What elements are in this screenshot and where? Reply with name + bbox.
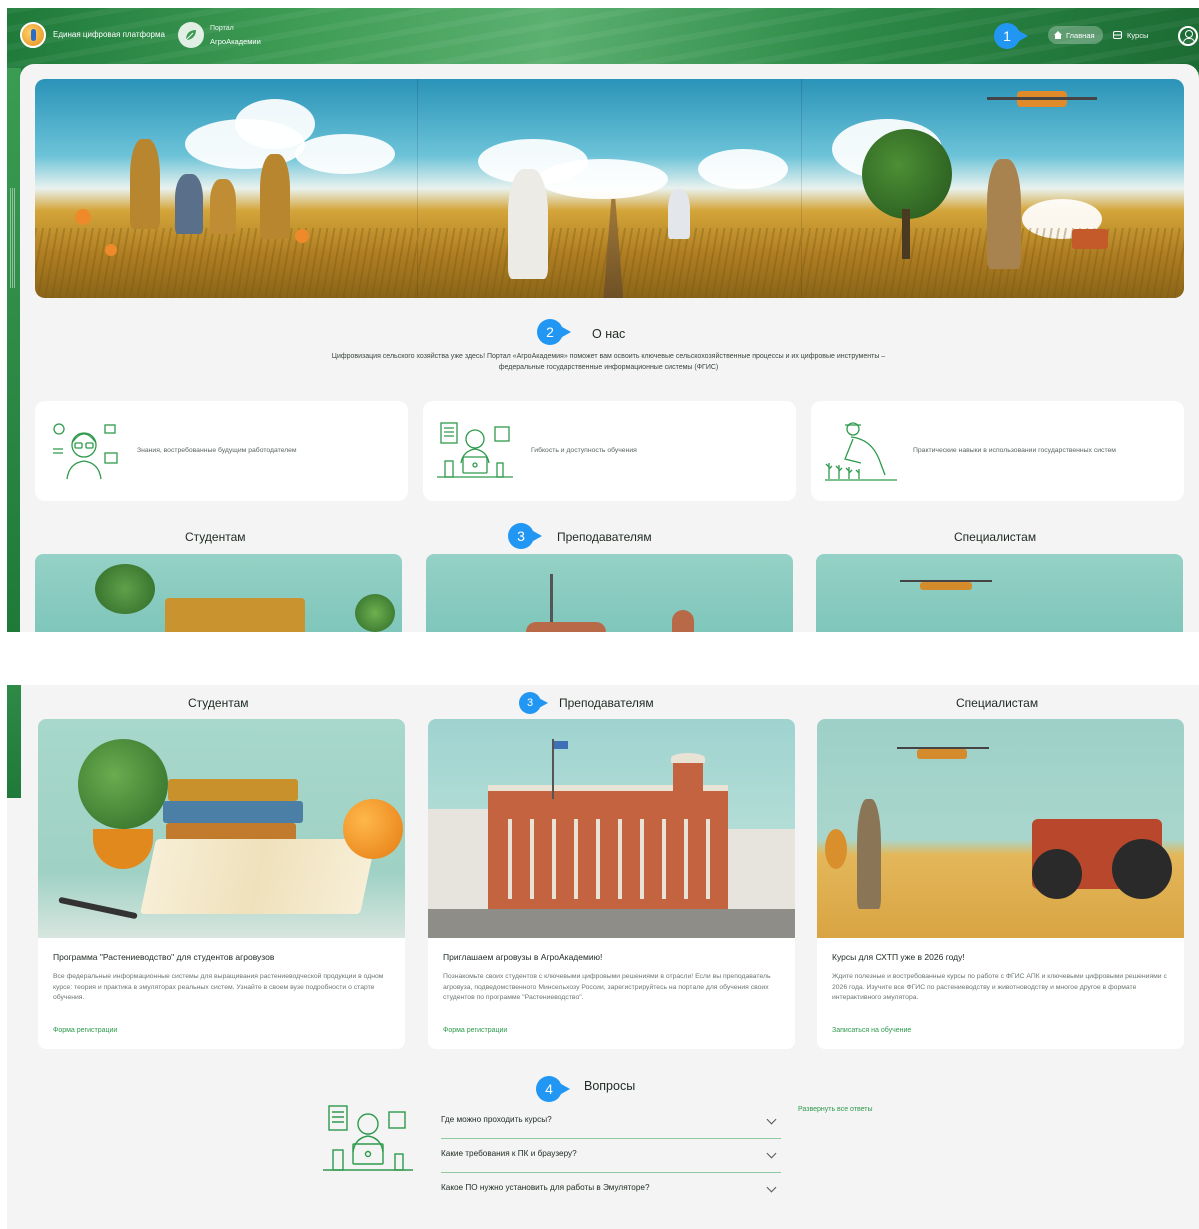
top-screenshot-panel: Единая цифровая платформа Портал АгроАка… bbox=[7, 8, 1199, 632]
faq-item-2[interactable]: Какие требования к ПК и браузеру? bbox=[441, 1139, 781, 1173]
portal-label: Портал bbox=[210, 25, 234, 32]
feature-card-1: Знания, востребованные будущим работодат… bbox=[35, 401, 408, 501]
column-teachers-title: Преподавателям bbox=[557, 530, 652, 544]
faq-question-1: Где можно проходить курсы? bbox=[441, 1115, 552, 1124]
students-card-title: Программа "Растениеводство" для студенто… bbox=[53, 952, 275, 962]
specialists-image-preview bbox=[816, 554, 1183, 632]
hero-banner-image bbox=[35, 79, 1184, 298]
faq-question-3: Какое ПО нужно установить для работы в Э… bbox=[441, 1183, 650, 1192]
callout-1: 1 bbox=[994, 23, 1028, 49]
students-card-image bbox=[38, 719, 405, 938]
teachers-card-title: Приглашаем агровузы в АгроАкадемию! bbox=[443, 952, 603, 962]
specialists-enroll-link[interactable]: Записаться на обучение bbox=[832, 1027, 911, 1034]
feature-text-3: Практические навыки в использовании госу… bbox=[913, 447, 1116, 454]
farmer-plants-icon bbox=[825, 422, 897, 481]
column-specialists-title-2: Специалистам bbox=[956, 696, 1039, 710]
feature-card-3: Практические навыки в использовании госу… bbox=[811, 401, 1184, 501]
callout-3-top: 3 bbox=[508, 523, 542, 549]
home-icon bbox=[1054, 31, 1062, 39]
callout-2: 2 bbox=[537, 319, 571, 345]
teachers-card-text: Познакомьте своих студентов с ключевыми … bbox=[443, 973, 771, 1001]
side-decor-strip-bottom bbox=[7, 685, 21, 798]
nav-courses-button[interactable]: Курсы bbox=[1113, 26, 1148, 44]
teachers-card-image bbox=[428, 719, 795, 938]
user-profile-icon[interactable] bbox=[1178, 26, 1198, 46]
hero-field-scientists bbox=[417, 79, 801, 298]
callout-3-bottom: 3 bbox=[519, 692, 548, 714]
about-description: Цифровизация сельского хозяйства уже зде… bbox=[331, 353, 886, 371]
students-registration-link[interactable]: Форма регистрации bbox=[53, 1027, 117, 1034]
employee-skills-icon bbox=[53, 423, 118, 480]
faq-item-3[interactable]: Какое ПО нужно установить для работы в Э… bbox=[441, 1173, 781, 1207]
chevron-down-icon bbox=[766, 1114, 777, 1125]
specialists-card: Курсы для СХТП уже в 2026 году! Ждите по… bbox=[817, 719, 1184, 1049]
side-decor-strip bbox=[7, 68, 21, 632]
platform-logo-icon[interactable] bbox=[20, 22, 46, 48]
column-students-title-2: Студентам bbox=[188, 696, 249, 710]
faq-item-1[interactable]: Где можно проходить курсы? bbox=[441, 1105, 781, 1139]
nav-courses-label: Курсы bbox=[1127, 30, 1149, 40]
feature-card-2: Гибкость и доступность обучения bbox=[423, 401, 796, 501]
column-specialists-title: Специалистам bbox=[954, 530, 1037, 544]
faq-title: Вопросы bbox=[584, 1079, 636, 1093]
portal-name[interactable]: АгроАкадемии bbox=[210, 37, 261, 46]
specialists-card-title: Курсы для СХТП уже в 2026 году! bbox=[832, 952, 965, 962]
specialists-card-image bbox=[817, 719, 1184, 938]
chevron-down-icon bbox=[766, 1148, 777, 1159]
leaf-logo-icon[interactable] bbox=[178, 22, 204, 48]
column-students-title: Студентам bbox=[185, 530, 246, 544]
courses-icon bbox=[1113, 31, 1122, 39]
chevron-down-icon bbox=[766, 1182, 777, 1193]
platform-name[interactable]: Единая цифровая платформа bbox=[53, 30, 165, 39]
bottom-screenshot-panel: Студентам 3 Преподавателям Специалистам … bbox=[7, 685, 1199, 1229]
hero-children-planting bbox=[35, 79, 418, 298]
students-card: Программа "Растениеводство" для студенто… bbox=[38, 719, 405, 1049]
hero-drone-farmer bbox=[800, 79, 1184, 298]
site-header: Единая цифровая платформа Портал АгроАка… bbox=[7, 8, 1199, 64]
nav-home-label: Главная bbox=[1066, 30, 1095, 40]
feature-text-1: Знания, востребованные будущим работодат… bbox=[137, 447, 297, 454]
expand-all-answers-link[interactable]: Развернуть все ответы bbox=[798, 1106, 873, 1113]
feature-text-2: Гибкость и доступность обучения bbox=[531, 447, 637, 454]
teachers-card: Приглашаем агровузы в АгроАкадемию! Позн… bbox=[428, 719, 795, 1049]
about-title: О нас bbox=[592, 327, 626, 341]
teachers-registration-link[interactable]: Форма регистрации bbox=[443, 1027, 507, 1034]
students-card-text: Все федеральные информационные системы д… bbox=[53, 973, 384, 1001]
specialists-card-text: Ждите полезные и востребованные курсы по… bbox=[832, 973, 1167, 1001]
nav-home-button[interactable]: Главная bbox=[1048, 26, 1103, 44]
online-learning-icon bbox=[323, 1105, 413, 1171]
students-image-preview bbox=[35, 554, 402, 632]
teachers-image-preview bbox=[426, 554, 793, 632]
callout-4: 4 bbox=[536, 1076, 570, 1102]
faq-question-2: Какие требования к ПК и браузеру? bbox=[441, 1149, 577, 1158]
online-learning-icon bbox=[437, 422, 513, 478]
column-teachers-title-2: Преподавателям bbox=[559, 696, 654, 710]
